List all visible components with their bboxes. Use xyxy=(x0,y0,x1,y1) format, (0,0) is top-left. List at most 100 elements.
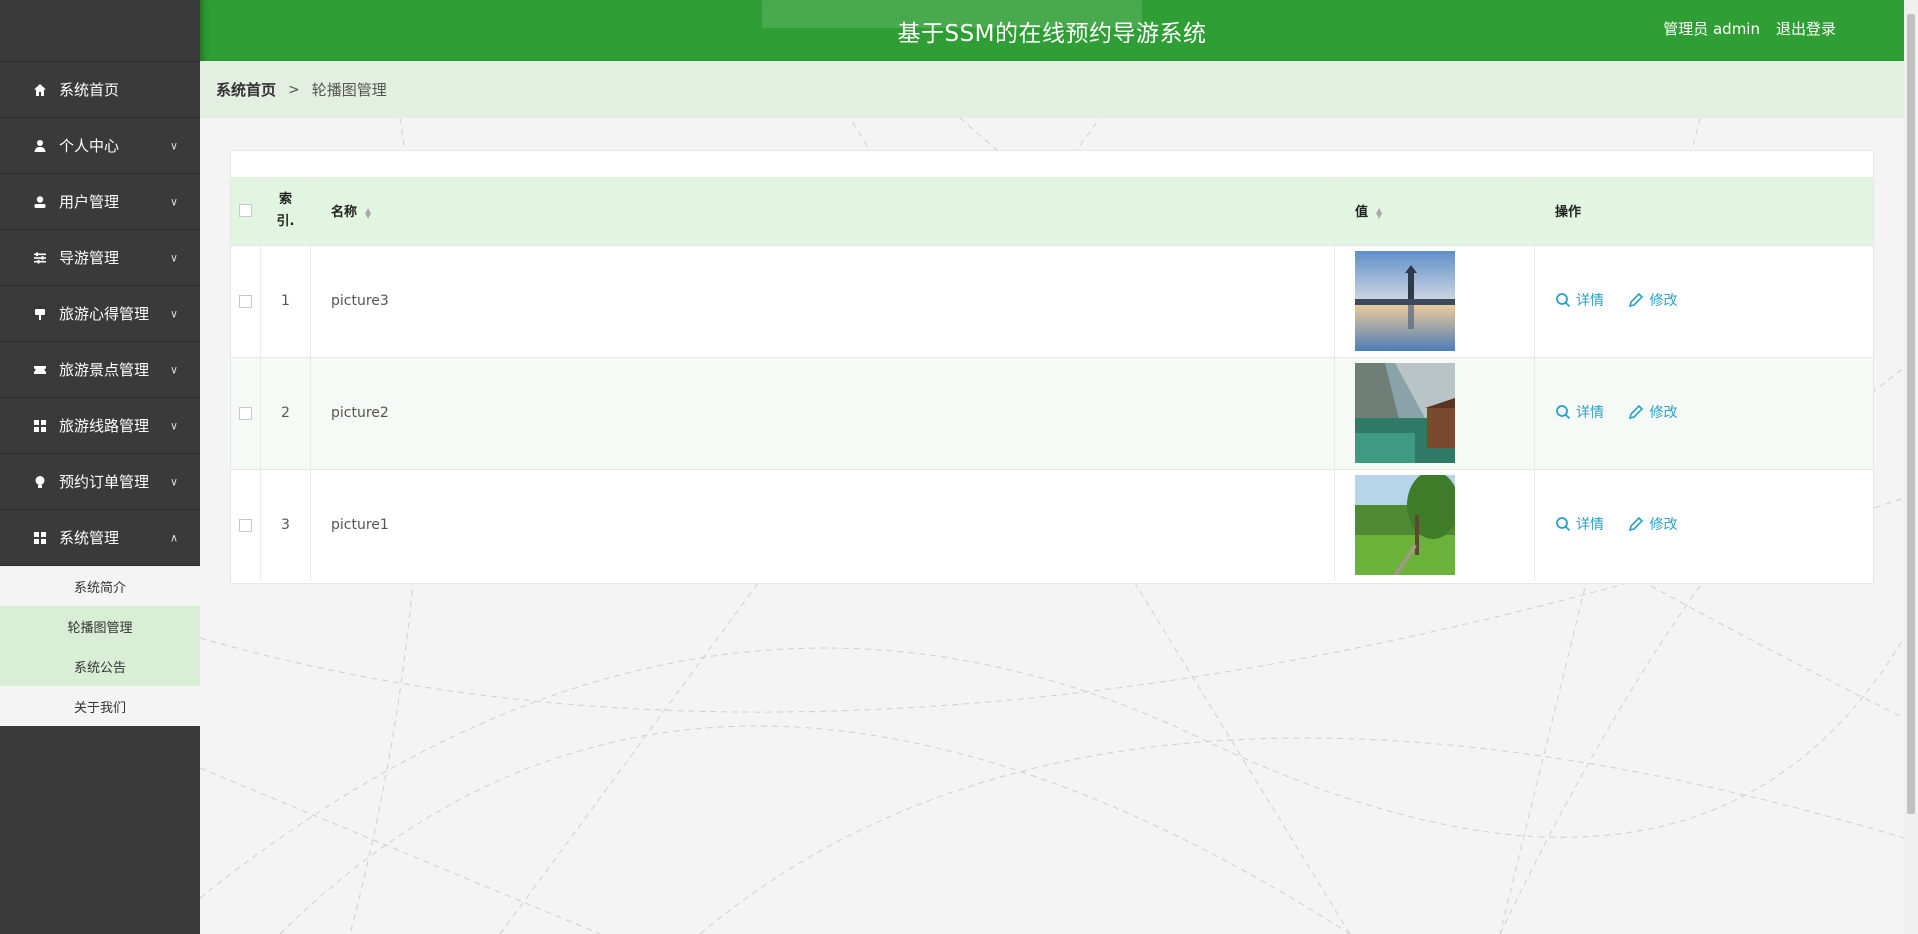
sidebar-item-attractions[interactable]: 旅游景点管理 ∨ xyxy=(0,342,200,398)
select-all-checkbox[interactable] xyxy=(239,204,252,218)
breadcrumb: 系统首页 > 轮播图管理 xyxy=(200,61,1904,118)
submenu-label: 轮播图管理 xyxy=(67,620,133,636)
name-header-label: 名称 xyxy=(331,205,358,221)
sidebar-logo-area xyxy=(0,0,200,62)
index-column-header: 索引. xyxy=(260,177,311,245)
detail-label: 详情 xyxy=(1576,405,1604,421)
sidebar-item-guide-management[interactable]: 导游管理 ∨ xyxy=(0,230,200,286)
table-row: 2 picture2 详情 修改 xyxy=(231,356,1873,469)
row-index: 2 xyxy=(260,356,311,469)
sidebar-item-label: 旅游线路管理 xyxy=(59,417,150,435)
row-image-cell xyxy=(1334,356,1535,469)
row-index: 3 xyxy=(260,468,311,581)
breadcrumb-current: 轮播图管理 xyxy=(311,81,387,99)
index-header-label: 索引. xyxy=(276,191,295,229)
detail-button[interactable]: 详情 xyxy=(1555,290,1604,310)
sidebar-item-home[interactable]: 系统首页 xyxy=(0,62,200,118)
row-checkbox[interactable] xyxy=(239,406,252,420)
sidebar-item-label: 旅游心得管理 xyxy=(59,305,150,323)
app-title: 基于SSM的在线预约导游系统 xyxy=(897,21,1207,47)
chevron-down-icon: ∨ xyxy=(169,419,178,432)
detail-label: 详情 xyxy=(1576,293,1604,309)
actions-column-header: 操作 xyxy=(1535,177,1874,245)
table-row: 1 picture3 详情 修改 xyxy=(231,244,1873,357)
carousel-table-panel: 索引. 名称 ▲ ▼ 值 ▲ ▼ 操作 1 picture3 详情 修改 2 p… xyxy=(230,150,1874,584)
row-index: 1 xyxy=(260,244,311,357)
row-image-cell xyxy=(1334,244,1535,357)
actions-header-label: 操作 xyxy=(1555,205,1582,221)
sidebar-item-routes[interactable]: 旅游线路管理 ∨ xyxy=(0,398,200,454)
chevron-up-icon: ∧ xyxy=(169,531,178,544)
row-name: picture2 xyxy=(310,356,1335,469)
person-icon xyxy=(31,137,49,155)
mountain-lake-cabin-image[interactable] xyxy=(1355,363,1455,463)
value-column-header[interactable]: 值 ▲ ▼ xyxy=(1334,177,1535,245)
edit-button[interactable]: 修改 xyxy=(1628,402,1677,422)
chevron-down-icon: ∨ xyxy=(169,363,178,376)
detail-button[interactable]: 详情 xyxy=(1555,402,1604,422)
sidebar-item-label: 系统首页 xyxy=(59,81,120,99)
sidebar: 系统首页 个人中心 ∨ 用户管理 ∨ 导游管理 ∨ 旅游心得管理 ∨ 旅游景点管… xyxy=(0,0,200,934)
edit-button[interactable]: 修改 xyxy=(1628,514,1677,534)
sidebar-item-orders[interactable]: 预约订单管理 ∨ xyxy=(0,454,200,510)
breadcrumb-separator: > xyxy=(288,81,300,98)
row-name: picture3 xyxy=(310,244,1335,357)
sidebar-item-travel-notes[interactable]: 旅游心得管理 ∨ xyxy=(0,286,200,342)
edit-label: 修改 xyxy=(1649,405,1678,421)
row-select-cell xyxy=(231,244,261,357)
user-icon xyxy=(31,193,49,211)
value-header-label: 值 xyxy=(1355,205,1369,221)
signpost-icon xyxy=(31,305,49,323)
row-actions: 详情 修改 xyxy=(1534,356,1873,469)
sidebar-item-label: 导游管理 xyxy=(59,249,120,267)
sidebar-item-user-management[interactable]: 用户管理 ∨ xyxy=(0,174,200,230)
page-scrollbar[interactable] xyxy=(1904,0,1918,934)
carousel-table: 索引. 名称 ▲ ▼ 值 ▲ ▼ 操作 1 picture3 详情 修改 2 p… xyxy=(231,177,1873,581)
select-all-header xyxy=(231,177,261,245)
submenu-label: 系统简介 xyxy=(73,580,126,596)
edit-label: 修改 xyxy=(1649,293,1678,309)
submenu-item-about-us[interactable]: 关于我们 xyxy=(0,686,200,726)
row-name: picture1 xyxy=(310,468,1335,581)
search-icon xyxy=(1556,405,1571,420)
submenu-item-carousel[interactable]: 轮播图管理 xyxy=(0,606,200,646)
submenu-label: 关于我们 xyxy=(73,700,126,716)
ticket-icon xyxy=(31,361,49,379)
row-select-cell xyxy=(231,356,261,469)
table-row: 3 picture1 详情 修改 xyxy=(231,468,1873,581)
sort-icon[interactable]: ▲ ▼ xyxy=(365,206,371,219)
scrollbar-thumb[interactable] xyxy=(1907,14,1915,814)
grid-icon xyxy=(31,529,49,547)
row-actions: 详情 修改 xyxy=(1534,468,1873,581)
sidebar-item-personal-center[interactable]: 个人中心 ∨ xyxy=(0,118,200,174)
green-lawn-tree-image[interactable] xyxy=(1355,475,1455,575)
name-column-header[interactable]: 名称 ▲ ▼ xyxy=(310,177,1335,245)
row-checkbox[interactable] xyxy=(239,294,252,308)
sidebar-item-label: 个人中心 xyxy=(59,137,120,155)
breadcrumb-home-link[interactable]: 系统首页 xyxy=(216,79,276,100)
system-submenu: 系统简介 轮播图管理 系统公告 关于我们 xyxy=(0,566,200,726)
row-actions: 详情 修改 xyxy=(1534,244,1873,357)
chevron-down-icon: ∨ xyxy=(169,307,178,320)
bulb-icon xyxy=(31,473,49,491)
logout-link[interactable]: 退出登录 xyxy=(1776,18,1836,39)
edit-icon xyxy=(1629,516,1644,532)
sidebar-item-label: 旅游景点管理 xyxy=(59,361,150,379)
pagoda-lake-image[interactable] xyxy=(1355,251,1455,351)
sidebar-item-label: 预约订单管理 xyxy=(59,473,150,491)
submenu-item-system-intro[interactable]: 系统简介 xyxy=(0,566,200,606)
sidebar-item-label: 用户管理 xyxy=(59,193,120,211)
chevron-down-icon: ∨ xyxy=(169,195,178,208)
row-checkbox[interactable] xyxy=(239,518,252,532)
submenu-item-announcement[interactable]: 系统公告 xyxy=(0,646,200,686)
edit-label: 修改 xyxy=(1649,517,1678,533)
grid-icon xyxy=(31,417,49,435)
sort-icon[interactable]: ▲ ▼ xyxy=(1376,206,1382,219)
home-icon xyxy=(31,81,49,99)
detail-button[interactable]: 详情 xyxy=(1555,514,1604,534)
admin-user-label: 管理员 admin xyxy=(1663,20,1760,38)
detail-label: 详情 xyxy=(1576,517,1604,533)
sidebar-item-system-management[interactable]: 系统管理 ∧ xyxy=(0,510,200,566)
chevron-down-icon: ∨ xyxy=(169,139,178,152)
edit-button[interactable]: 修改 xyxy=(1628,290,1677,310)
